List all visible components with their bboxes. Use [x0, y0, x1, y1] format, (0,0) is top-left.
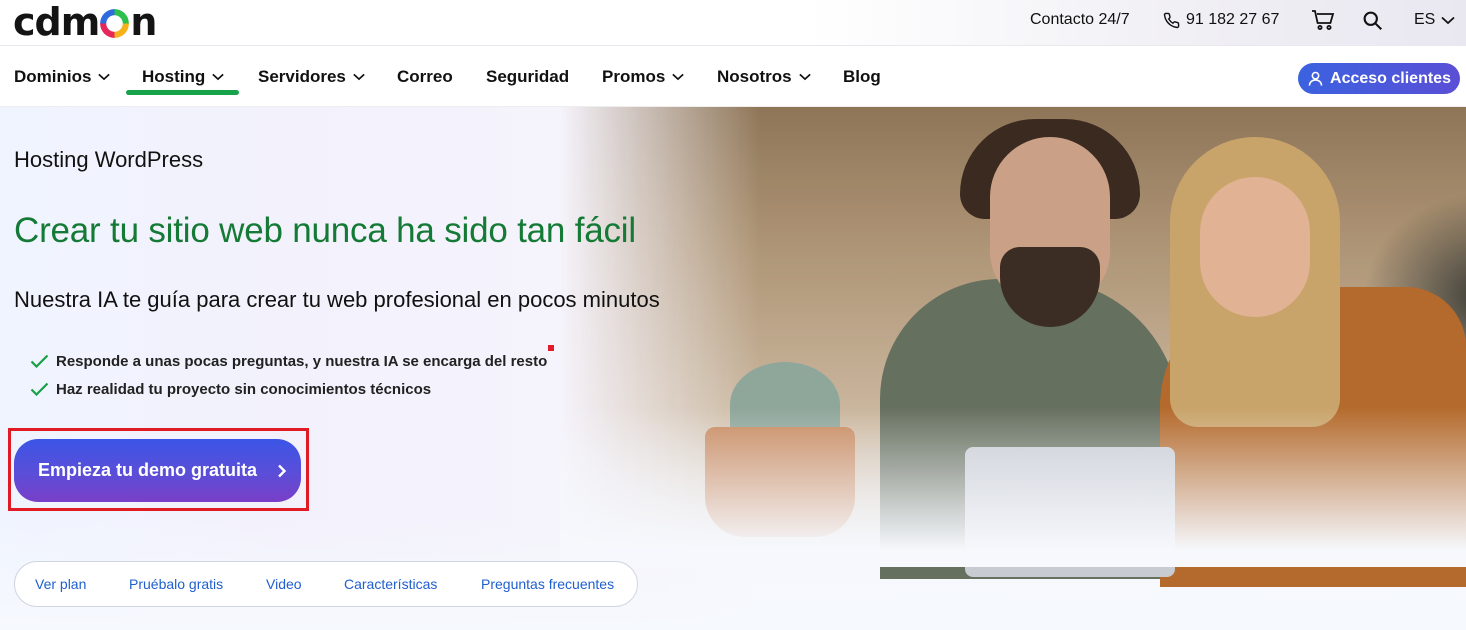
- subnav-pruebalo-gratis[interactable]: Pruébalo gratis: [129, 562, 223, 606]
- list-item: Responde a unas pocas preguntas, y nuest…: [30, 347, 547, 375]
- logo-wordmark: cdm n: [13, 0, 157, 44]
- chevron-down-icon: [98, 73, 111, 80]
- woman-face-image: [1200, 177, 1310, 317]
- language-selector[interactable]: ES: [1414, 0, 1455, 40]
- chevron-right-icon: [278, 464, 287, 477]
- cdmon-logo[interactable]: cdm n: [13, 0, 157, 44]
- nav-item-correo[interactable]: Correo: [397, 46, 453, 107]
- nav-item-label: Nosotros: [717, 66, 792, 86]
- chevron-down-icon: [1441, 16, 1455, 24]
- nav-item-nosotros[interactable]: Nosotros: [717, 46, 811, 107]
- phone-number: 91 182 27 67: [1186, 11, 1280, 28]
- subnav-caracteristicas[interactable]: Características: [344, 562, 437, 606]
- hero-section: Hosting WordPress Crear tu sitio web nun…: [0, 107, 1466, 630]
- nav-item-dominios[interactable]: Dominios: [14, 46, 111, 107]
- chevron-down-icon: [353, 73, 365, 80]
- nav-item-servidores[interactable]: Servidores: [258, 46, 365, 107]
- subnav-ver-plan[interactable]: Ver plan: [35, 562, 86, 606]
- start-demo-button[interactable]: Empieza tu demo gratuita: [14, 439, 301, 502]
- list-item: Haz realidad tu proyecto sin conocimient…: [30, 375, 547, 403]
- hero-title: Crear tu sitio web nunca ha sido tan fác…: [14, 211, 636, 250]
- chevron-down-icon: [798, 73, 811, 80]
- nav-item-label: Seguridad: [486, 66, 570, 86]
- top-bar: cdm n Contacto 24/7 91 182 27 67 ES: [0, 0, 1466, 46]
- section-subnav: Ver plan Pruébalo gratis Video Caracterí…: [14, 561, 638, 607]
- nav-item-seguridad[interactable]: Seguridad: [486, 46, 569, 107]
- cart-icon: [1312, 10, 1335, 30]
- nav-item-label: Promos: [602, 66, 666, 86]
- feature-text: Responde a unas pocas preguntas, y nuest…: [56, 352, 548, 370]
- nav-item-label: Correo: [397, 66, 453, 86]
- check-icon: [30, 354, 49, 368]
- phone-icon: [1163, 12, 1180, 28]
- nav-item-label: Dominios: [14, 66, 92, 86]
- check-icon: [30, 382, 49, 396]
- user-icon: [1308, 71, 1323, 86]
- nav-item-label: Blog: [843, 66, 881, 86]
- cart-button[interactable]: [1311, 0, 1335, 40]
- access-clients-label: Acceso clientes: [1330, 69, 1451, 87]
- nav-item-label: Servidores: [258, 66, 346, 86]
- language-code: ES: [1414, 11, 1436, 28]
- chevron-down-icon: [672, 73, 685, 80]
- main-nav: Dominios Hosting Servidores Correo Segur…: [0, 46, 1466, 107]
- phone-link[interactable]: 91 182 27 67: [1163, 0, 1279, 40]
- nav-item-promos[interactable]: Promos: [602, 46, 685, 107]
- cta-label: Empieza tu demo gratuita: [38, 460, 258, 480]
- photo-fade: [560, 407, 1466, 567]
- logo-color-ring: [100, 9, 130, 38]
- feature-list: Responde a unas pocas preguntas, y nuest…: [30, 347, 547, 403]
- hero-subtitle: Nuestra IA te guía para crear tu web pro…: [14, 287, 660, 312]
- subnav-video[interactable]: Video: [266, 562, 302, 606]
- nav-item-blog[interactable]: Blog: [843, 46, 881, 107]
- contact-link[interactable]: Contacto 24/7: [1030, 0, 1130, 40]
- search-button[interactable]: [1362, 0, 1383, 40]
- nav-item-label: Hosting: [142, 66, 206, 86]
- marker-dot: [548, 345, 554, 351]
- chevron-down-icon: [212, 73, 225, 80]
- hero-eyebrow: Hosting WordPress: [14, 147, 204, 172]
- feature-text: Haz realidad tu proyecto sin conocimient…: [56, 380, 432, 398]
- access-clients-button[interactable]: Acceso clientes: [1298, 63, 1460, 94]
- search-icon: [1363, 11, 1382, 30]
- subnav-preguntas-frecuentes[interactable]: Preguntas frecuentes: [481, 562, 614, 606]
- nav-active-indicator: [126, 90, 239, 95]
- nav-item-hosting[interactable]: Hosting: [142, 46, 225, 107]
